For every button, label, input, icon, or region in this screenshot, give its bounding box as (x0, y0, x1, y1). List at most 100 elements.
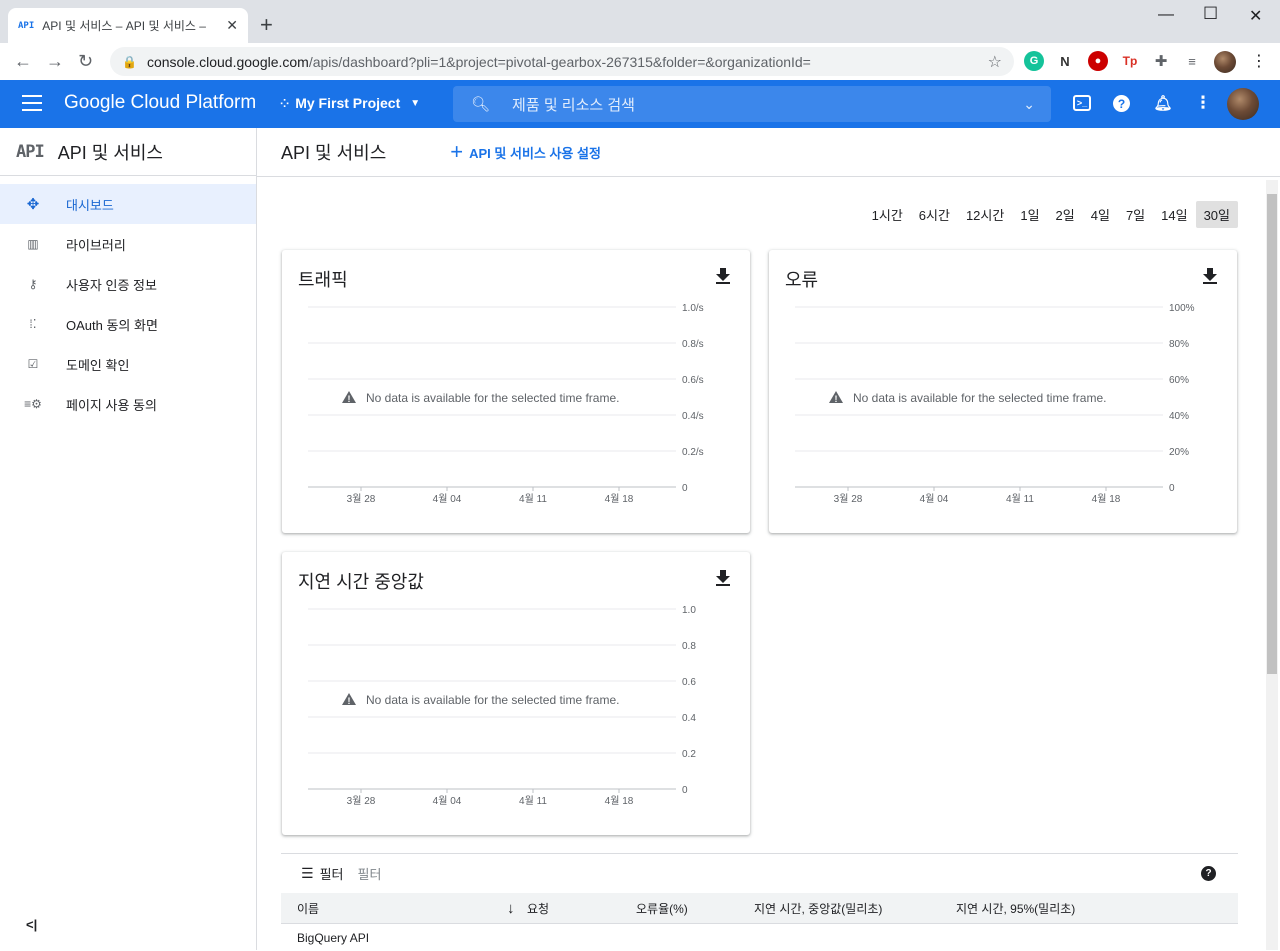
no-data-message: No data is available for the selected ti… (853, 391, 1106, 405)
account-avatar[interactable] (1227, 88, 1259, 120)
api-name-cell[interactable]: BigQuery API (281, 931, 369, 945)
traffic-chart: 1.0/s 0.8/s 0.6/s 0.4/s 0.2/s 0 3월 28 4월 04 4월 1… (308, 303, 704, 505)
notion-icon[interactable]: N (1055, 51, 1075, 71)
brand-title[interactable]: Google Cloud Platform (64, 92, 256, 114)
tp-icon[interactable]: Tp (1120, 51, 1140, 71)
y-tick-label: 40% (1169, 411, 1189, 422)
sidebar-item-label: 라이브러리 (66, 237, 126, 253)
scrollbar[interactable] (1266, 180, 1278, 950)
settings-list-icon: ≡⚙ (24, 397, 42, 411)
search-input[interactable]: 🔍︎ 제품 및 리소스 검색 ⌄ (453, 86, 1051, 122)
url-bar[interactable]: 🔒 console.cloud.google.com/apis/dashboar… (110, 47, 1014, 76)
time-range-6h[interactable]: 6시간 (911, 201, 958, 228)
hamburger-menu-icon[interactable] (22, 95, 42, 113)
address-bar-row: ← → ↻ 🔒 console.cloud.google.com/apis/da… (0, 43, 1280, 80)
chevron-down-icon[interactable]: ⌄ (1023, 96, 1035, 113)
time-range-30d[interactable]: 30일 (1195, 201, 1238, 228)
table-header: 이름 ↓ 요청 오류율(%) 지연 시간, 중앙값(밀리초) 지연 시간, 95… (281, 893, 1238, 923)
traffic-chart-card: 트래픽 1.0/s 0.8/s 0.6/s 0.4/s 0.2/s 0 3월 28 4월 04… (282, 250, 750, 533)
notifications-icon[interactable]: 🔔︎ (1153, 93, 1173, 113)
main-content: API 및 서비스 + API 및 서비스 사용 설정 1시간 6시간 12시간… (257, 128, 1280, 950)
y-tick-label: 1.0 (682, 605, 696, 616)
sidebar-item-dashboard[interactable]: ✥ 대시보드 (0, 184, 256, 224)
maximize-icon[interactable]: ☐ (1203, 4, 1218, 24)
errors-chart: 100% 80% 60% 40% 20% 0 3월 28 4월 04 4월 11 4월 18! No… (795, 303, 1195, 505)
time-range-4d[interactable]: 4일 (1083, 201, 1118, 228)
y-tick-label: 1.0/s (682, 303, 704, 314)
api-table: ☰ 필터 필터 ? 이름 ↓ 요청 오류율(%) 지연 시간, 중앙값(밀리초)… (281, 853, 1238, 951)
plus-icon: + (450, 139, 464, 164)
filter-input[interactable]: 필터 (357, 864, 381, 883)
scrollbar-thumb[interactable] (1267, 194, 1277, 674)
help-icon[interactable]: ? (1113, 95, 1130, 112)
warning-icon: ! (342, 391, 356, 404)
puzzle-icon[interactable]: ✚ (1151, 51, 1171, 71)
forward-icon[interactable]: → (46, 51, 64, 72)
y-tick-label: 0.2 (682, 749, 696, 760)
key-icon: ⚷ (28, 277, 38, 291)
sidebar-header: API API 및 서비스 (0, 128, 256, 176)
column-header-latency-median[interactable]: 지연 시간, 중앙값(밀리초) (754, 900, 956, 917)
warning-icon: ! (829, 391, 843, 404)
time-range-14d[interactable]: 14일 (1153, 201, 1195, 228)
column-header-name[interactable]: 이름 (281, 900, 507, 917)
close-tab-icon[interactable]: ✕ (226, 17, 238, 34)
table-help-icon[interactable]: ? (1201, 866, 1216, 881)
sidebar-item-label: 도메인 확인 (66, 357, 130, 373)
time-range-1d[interactable]: 1일 (1012, 201, 1047, 228)
back-icon[interactable]: ← (14, 51, 32, 72)
minimize-icon[interactable]: — (1158, 6, 1174, 24)
project-selector[interactable]: ⁘ My First Project ▼ (280, 95, 420, 111)
sidebar-item-oauth-consent[interactable]: ⁞⁚ OAuth 동의 화면 (0, 304, 256, 344)
column-header-requests[interactable]: 요청 (527, 900, 636, 917)
url-path: /apis/dashboard?pli=1&project=pivotal-ge… (308, 53, 811, 70)
adblock-icon[interactable]: ● (1088, 51, 1108, 71)
y-tick-label: 0.2/s (682, 447, 704, 458)
column-header-error-rate[interactable]: 오류율(%) (636, 900, 754, 917)
profile-avatar[interactable] (1214, 51, 1236, 73)
column-header-latency-95[interactable]: 지연 시간, 95%(밀리초) (956, 900, 1156, 917)
time-range-12h[interactable]: 12시간 (958, 201, 1012, 228)
project-name: My First Project (295, 95, 401, 111)
reload-icon[interactable]: ↻ (78, 51, 93, 72)
time-range-2d[interactable]: 2일 (1048, 201, 1083, 228)
table-filter-bar: ☰ 필터 필터 ? (281, 853, 1238, 893)
x-tick-label: 4월 11 (1006, 493, 1034, 505)
sidebar-item-label: 페이지 사용 동의 (66, 397, 157, 413)
enable-apis-button[interactable]: + API 및 서비스 사용 설정 (450, 139, 601, 165)
y-tick-label: 80% (1169, 339, 1189, 350)
sidebar-item-credentials[interactable]: ⚷ 사용자 인증 정보 (0, 264, 256, 304)
api-favicon-icon: API (18, 20, 35, 31)
time-range-7d[interactable]: 7일 (1118, 201, 1153, 228)
warning-icon: ! (342, 693, 356, 706)
more-vert-icon[interactable]: ⋮ (1193, 93, 1213, 113)
sidebar-item-page-usage-agreements[interactable]: ≡⚙ 페이지 사용 동의 (0, 384, 256, 424)
sidebar-item-label: OAuth 동의 화면 (66, 317, 158, 333)
browser-tab[interactable]: API API 및 서비스 – API 및 서비스 – ✕ (8, 8, 248, 43)
x-tick-label: 4월 11 (519, 795, 547, 807)
checkbox-icon: ☑ (27, 357, 39, 371)
cloud-shell-icon[interactable]: >_ (1073, 95, 1091, 111)
y-tick-label: 100% (1169, 303, 1195, 314)
sort-arrow-down-icon[interactable]: ↓ (507, 900, 527, 917)
latency-chart-card: 지연 시간 중앙값 1.0 0.8 0.6 0.4 0.2 0 3월 28 4월 04 4월 1… (282, 552, 750, 835)
collapse-sidebar-icon[interactable]: <| (26, 917, 37, 932)
filter-icon: ☰ (301, 865, 314, 881)
sidebar-item-library[interactable]: ▥ 라이브러리 (0, 224, 256, 264)
grammarly-icon[interactable]: G (1024, 51, 1044, 71)
new-tab-button[interactable]: + (260, 12, 273, 38)
playlist-icon[interactable]: ≡ (1182, 51, 1202, 71)
page-header: API 및 서비스 + API 및 서비스 사용 설정 (257, 128, 1280, 177)
time-range-1h[interactable]: 1시간 (864, 201, 911, 228)
y-tick-label: 0.6/s (682, 375, 704, 386)
project-hierarchy-icon: ⁘ (280, 97, 290, 110)
browser-menu-icon[interactable]: ⋮ (1251, 51, 1267, 71)
x-tick-label: 3월 28 (347, 795, 376, 807)
close-window-icon[interactable]: ✕ (1249, 6, 1262, 26)
lock-icon: 🔒 (122, 54, 137, 69)
x-tick-label: 3월 28 (834, 493, 863, 505)
y-tick-label: 0 (682, 785, 688, 796)
bookmark-star-icon[interactable]: ☆ (988, 52, 1002, 72)
sidebar-item-domain-verification[interactable]: ☑ 도메인 확인 (0, 344, 256, 384)
table-row[interactable]: BigQuery API (281, 923, 1238, 951)
